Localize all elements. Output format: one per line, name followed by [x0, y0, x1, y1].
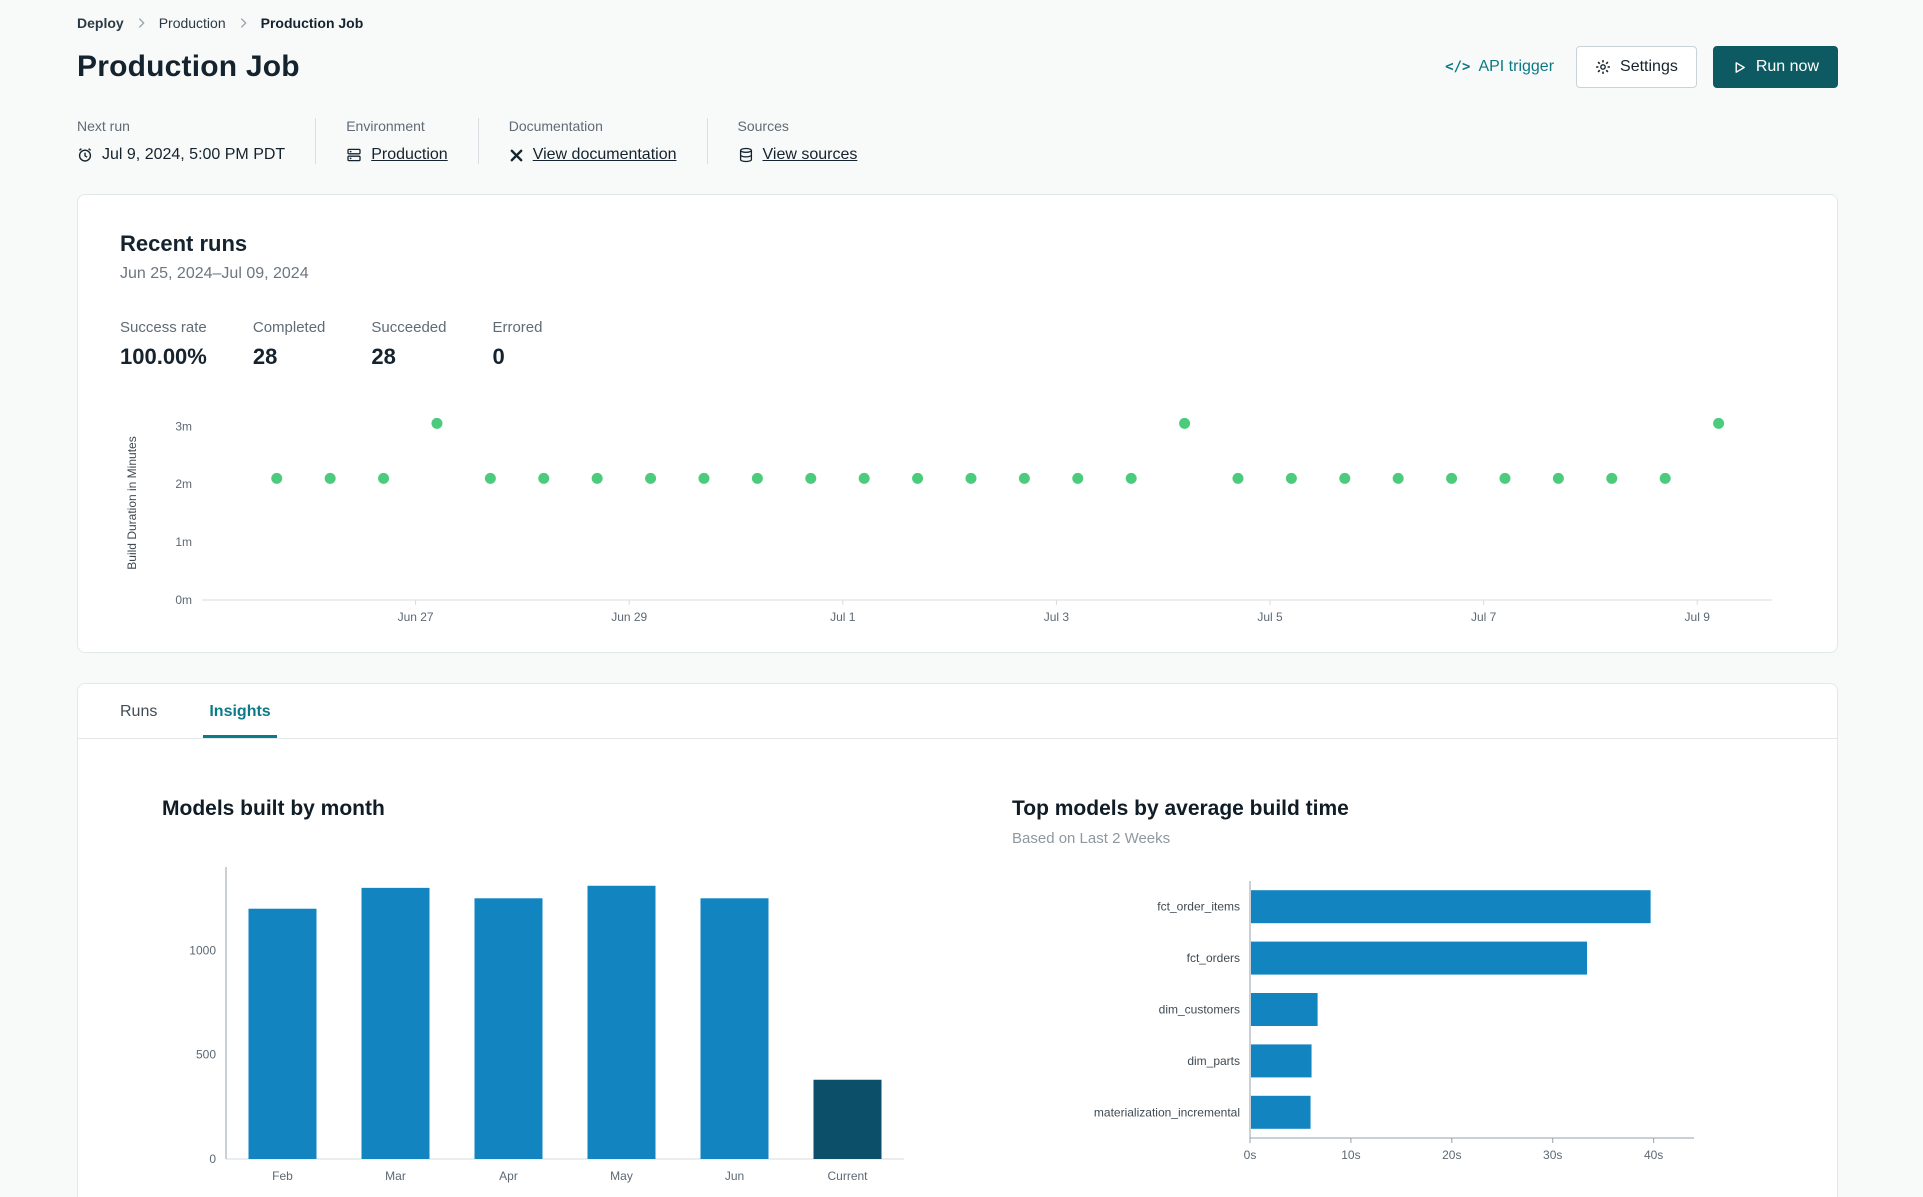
- meta-documentation: Documentation View documentation: [477, 118, 707, 164]
- svg-text:Jun 27: Jun 27: [398, 610, 434, 624]
- recent-runs-title: Recent runs: [120, 231, 248, 256]
- tab-insights[interactable]: Insights: [203, 684, 277, 738]
- svg-text:Build Duration in Minutes: Build Duration in Minutes: [125, 436, 139, 569]
- next-run-value: Jul 9, 2024, 5:00 PM PDT: [102, 146, 286, 163]
- svg-text:3m: 3m: [175, 419, 192, 433]
- top-models-chart-block: Top models by average build time Based o…: [1012, 797, 1732, 1195]
- next-run-label: Next run: [77, 118, 130, 134]
- svg-text:20s: 20s: [1442, 1148, 1461, 1162]
- models-built-bar-chart: 0 500 1000 Feb Mar Apr May Jun Current: [189, 867, 904, 1183]
- svg-text:30s: 30s: [1543, 1148, 1562, 1162]
- svg-text:0: 0: [209, 1152, 216, 1166]
- api-trigger-link[interactable]: </> API trigger: [1445, 58, 1554, 76]
- settings-button[interactable]: Settings: [1576, 46, 1697, 88]
- stat-succeeded: Succeeded 28: [371, 319, 447, 369]
- environment-icon: [346, 147, 362, 163]
- svg-text:dim_customers: dim_customers: [1159, 1003, 1240, 1017]
- stat-errored: Errored 0: [492, 319, 543, 369]
- environment-link[interactable]: Production: [371, 146, 448, 164]
- svg-text:Jun 29: Jun 29: [611, 610, 647, 624]
- run-now-button[interactable]: Run now: [1712, 46, 1838, 88]
- page-title: Production Job: [77, 50, 300, 83]
- svg-text:materialization_incremental: materialization_incremental: [1094, 1105, 1240, 1119]
- settings-label: Settings: [1620, 58, 1678, 75]
- top-models-subtitle: Based on Last 2 Weeks: [1012, 830, 1171, 847]
- svg-text:Jul 3: Jul 3: [1044, 610, 1070, 624]
- view-documentation-link[interactable]: View documentation: [533, 146, 677, 164]
- svg-text:fct_order_items: fct_order_items: [1157, 900, 1240, 914]
- svg-text:Jul 5: Jul 5: [1257, 610, 1283, 624]
- top-models-title: Top models by average build time: [1012, 797, 1349, 820]
- chevron-right-icon: [240, 17, 247, 29]
- breadcrumb: Deploy Production Production Job: [77, 14, 1838, 32]
- svg-text:1m: 1m: [175, 535, 192, 549]
- sources-label: Sources: [737, 118, 789, 134]
- recent-runs-date-range: Jun 25, 2024–Jul 09, 2024: [120, 265, 309, 282]
- svg-text:Current: Current: [827, 1169, 868, 1183]
- svg-text:2m: 2m: [175, 477, 192, 491]
- svg-text:Mar: Mar: [385, 1169, 406, 1183]
- svg-text:dim_parts: dim_parts: [1187, 1054, 1240, 1068]
- svg-text:0m: 0m: [175, 593, 192, 607]
- svg-text:Jul 9: Jul 9: [1685, 610, 1711, 624]
- svg-text:40s: 40s: [1644, 1148, 1663, 1162]
- documentation-label: Documentation: [508, 118, 603, 134]
- job-meta-row: Next run Jul 9, 2024, 5:00 PM PDT Enviro…: [77, 118, 1838, 164]
- svg-text:0s: 0s: [1244, 1148, 1257, 1162]
- svg-text:500: 500: [196, 1048, 216, 1062]
- page-header: Production Job </> API trigger Settings: [77, 46, 1838, 88]
- code-icon: </>: [1445, 59, 1471, 75]
- svg-text:Jul 1: Jul 1: [830, 610, 856, 624]
- database-icon: [738, 147, 754, 163]
- environment-label: Environment: [346, 118, 425, 134]
- svg-text:fct_orders: fct_orders: [1187, 951, 1240, 965]
- breadcrumb-current-page: Production Job: [260, 15, 364, 31]
- chevron-right-icon: [138, 17, 145, 29]
- breadcrumb-production[interactable]: Production: [159, 15, 226, 31]
- job-tabs: Runs Insights: [78, 684, 1837, 739]
- build-duration-scatter-chart: 0m 1m 2m 3m Jun 27 Jun 29 Jul 1 Jul 3 Jul 5 Jul 7…: [125, 417, 1772, 624]
- stat-success-rate: Success rate 100.00%: [120, 319, 207, 369]
- api-trigger-label: API trigger: [1478, 58, 1555, 75]
- breadcrumb-deploy[interactable]: Deploy: [77, 15, 124, 31]
- models-built-chart-block: Models built by month 0 500 1000 Feb Mar Apr M…: [162, 797, 922, 1195]
- tab-runs[interactable]: Runs: [114, 684, 163, 738]
- play-icon: [1732, 60, 1747, 75]
- models-built-title: Models built by month: [162, 797, 385, 820]
- job-detail-card: Runs Insights Models built by month 0 500…: [77, 683, 1838, 1197]
- top-models-hbar-chart: 0s 10s 20s 30s 40s fct_order_items fct_ordersd…: [1094, 881, 1694, 1162]
- stat-completed: Completed 28: [252, 319, 326, 369]
- svg-text:10s: 10s: [1341, 1148, 1360, 1162]
- docs-icon: [509, 148, 524, 163]
- svg-text:1000: 1000: [189, 943, 216, 957]
- meta-next-run: Next run Jul 9, 2024, 5:00 PM PDT: [77, 118, 315, 164]
- meta-sources: Sources View sources: [706, 118, 888, 164]
- alarm-clock-icon: [77, 147, 93, 163]
- svg-text:Jun: Jun: [725, 1169, 744, 1183]
- svg-text:Apr: Apr: [499, 1169, 518, 1183]
- meta-environment: Environment Production: [315, 118, 478, 164]
- recent-runs-stats: Success rate 100.00% Completed 28 Succee…: [120, 319, 1795, 370]
- run-now-label: Run now: [1755, 58, 1819, 75]
- svg-text:Jul 7: Jul 7: [1471, 610, 1497, 624]
- view-sources-link[interactable]: View sources: [763, 146, 858, 164]
- header-actions: </> API trigger Settings Run now: [1445, 46, 1838, 88]
- insights-panel: Models built by month 0 500 1000 Feb Mar Apr M…: [78, 739, 1837, 1195]
- production-job-page: Deploy Production Production Job Product…: [0, 0, 1923, 1197]
- gear-icon: [1595, 59, 1611, 75]
- recent-runs-card: Recent runs Jun 25, 2024–Jul 09, 2024 Su…: [77, 194, 1838, 653]
- svg-text:May: May: [610, 1169, 633, 1183]
- svg-text:Feb: Feb: [272, 1169, 293, 1183]
